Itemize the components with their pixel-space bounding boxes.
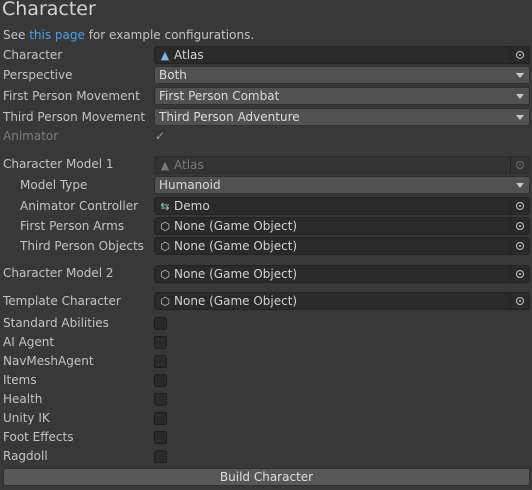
navmeshagent-label: NavMeshAgent — [3, 354, 94, 368]
first-person-arms-label: First Person Arms — [20, 219, 125, 233]
object-picker-button[interactable] — [510, 198, 529, 214]
character-value: Atlas — [174, 48, 204, 62]
target-icon — [516, 222, 524, 230]
first-person-arms-field[interactable]: ⬡ None (Game Object) — [154, 217, 530, 235]
navmeshagent-checkbox[interactable] — [154, 355, 167, 368]
character-model-2-field[interactable]: ⬡ None (Game Object) — [154, 265, 530, 283]
help-note: See this page for example configurations… — [3, 28, 254, 42]
animator-controller-field[interactable]: ⇆ Demo — [154, 197, 530, 215]
inspector-title: Character — [2, 0, 96, 20]
health-checkbox[interactable] — [154, 393, 167, 406]
character-model-1-label: Character Model 1 — [3, 157, 114, 171]
object-picker-button[interactable] — [510, 266, 529, 282]
model-type-dropdown[interactable]: Humanoid — [154, 176, 530, 194]
first-person-movement-dropdown[interactable]: First Person Combat — [154, 87, 530, 105]
model-type-value: Humanoid — [159, 178, 221, 192]
build-character-label: Build Character — [219, 470, 314, 484]
target-icon — [516, 242, 524, 250]
animator-checkmark-icon: ✓ — [155, 129, 166, 143]
items-label: Items — [3, 373, 37, 387]
cube-icon: ⬡ — [160, 219, 170, 233]
foot-effects-checkbox[interactable] — [154, 431, 167, 444]
character-label: Character — [3, 48, 63, 62]
unity-ik-checkbox[interactable] — [154, 412, 167, 425]
foot-effects-label: Foot Effects — [3, 430, 74, 444]
health-label: Health — [3, 392, 43, 406]
third-person-movement-value: Third Person Adventure — [159, 110, 300, 124]
build-character-button[interactable]: Build Character — [3, 468, 530, 486]
cube-icon: ⬡ — [160, 267, 170, 281]
standard-abilities-checkbox[interactable] — [154, 317, 167, 330]
person-icon: ▲ — [160, 158, 170, 172]
animator-label: Animator — [3, 129, 59, 143]
character-model-2-value: None (Game Object) — [174, 267, 298, 281]
character-object-field[interactable]: ▲ Atlas — [154, 46, 530, 64]
target-icon — [516, 51, 524, 59]
unity-ik-label: Unity IK — [3, 411, 50, 425]
this-page-link[interactable]: this page — [29, 28, 85, 42]
help-note-prefix: See — [3, 28, 30, 42]
character-model-1-field: ▲ Atlas — [154, 156, 530, 174]
third-person-objects-field[interactable]: ⬡ None (Game Object) — [154, 237, 530, 255]
object-picker-button[interactable] — [510, 293, 529, 309]
cube-icon: ⬡ — [160, 239, 170, 253]
target-icon — [516, 202, 524, 210]
ai-agent-label: AI Agent — [3, 335, 55, 349]
object-picker-button[interactable] — [510, 47, 529, 63]
person-icon: ▲ — [160, 48, 170, 62]
first-person-movement-value: First Person Combat — [159, 89, 280, 103]
template-character-label: Template Character — [3, 294, 121, 308]
character-model-1-value: Atlas — [174, 158, 204, 172]
first-person-movement-label: First Person Movement — [3, 89, 140, 103]
ai-agent-checkbox[interactable] — [154, 336, 167, 349]
template-character-field[interactable]: ⬡ None (Game Object) — [154, 292, 530, 310]
first-person-arms-value: None (Game Object) — [174, 219, 298, 233]
third-person-movement-dropdown[interactable]: Third Person Adventure — [154, 108, 530, 126]
object-picker-button[interactable] — [510, 218, 529, 234]
target-icon — [516, 270, 524, 278]
third-person-objects-label: Third Person Objects — [20, 239, 144, 253]
standard-abilities-label: Standard Abilities — [3, 316, 109, 330]
perspective-dropdown[interactable]: Both — [154, 66, 530, 84]
character-model-2-label: Character Model 2 — [3, 266, 114, 280]
chevron-down-icon — [516, 114, 524, 120]
perspective-label: Perspective — [3, 68, 73, 82]
third-person-movement-label: Third Person Movement — [3, 110, 146, 124]
animator-controller-label: Animator Controller — [20, 199, 139, 213]
object-picker-button — [510, 157, 529, 173]
ragdoll-label: Ragdoll — [3, 449, 48, 463]
object-picker-button[interactable] — [510, 238, 529, 254]
chevron-down-icon — [516, 93, 524, 99]
template-character-value: None (Game Object) — [174, 294, 298, 308]
animator-controller-icon: ⇆ — [160, 199, 170, 213]
target-icon — [516, 161, 524, 169]
help-note-suffix: for example configurations. — [84, 28, 255, 42]
perspective-value: Both — [159, 68, 187, 82]
chevron-down-icon — [516, 72, 524, 78]
animator-controller-value: Demo — [174, 199, 210, 213]
ragdoll-checkbox[interactable] — [154, 450, 167, 463]
third-person-objects-value: None (Game Object) — [174, 239, 298, 253]
target-icon — [516, 297, 524, 305]
items-checkbox[interactable] — [154, 374, 167, 387]
chevron-down-icon — [516, 182, 524, 188]
model-type-label: Model Type — [20, 178, 88, 192]
cube-icon: ⬡ — [160, 294, 170, 308]
